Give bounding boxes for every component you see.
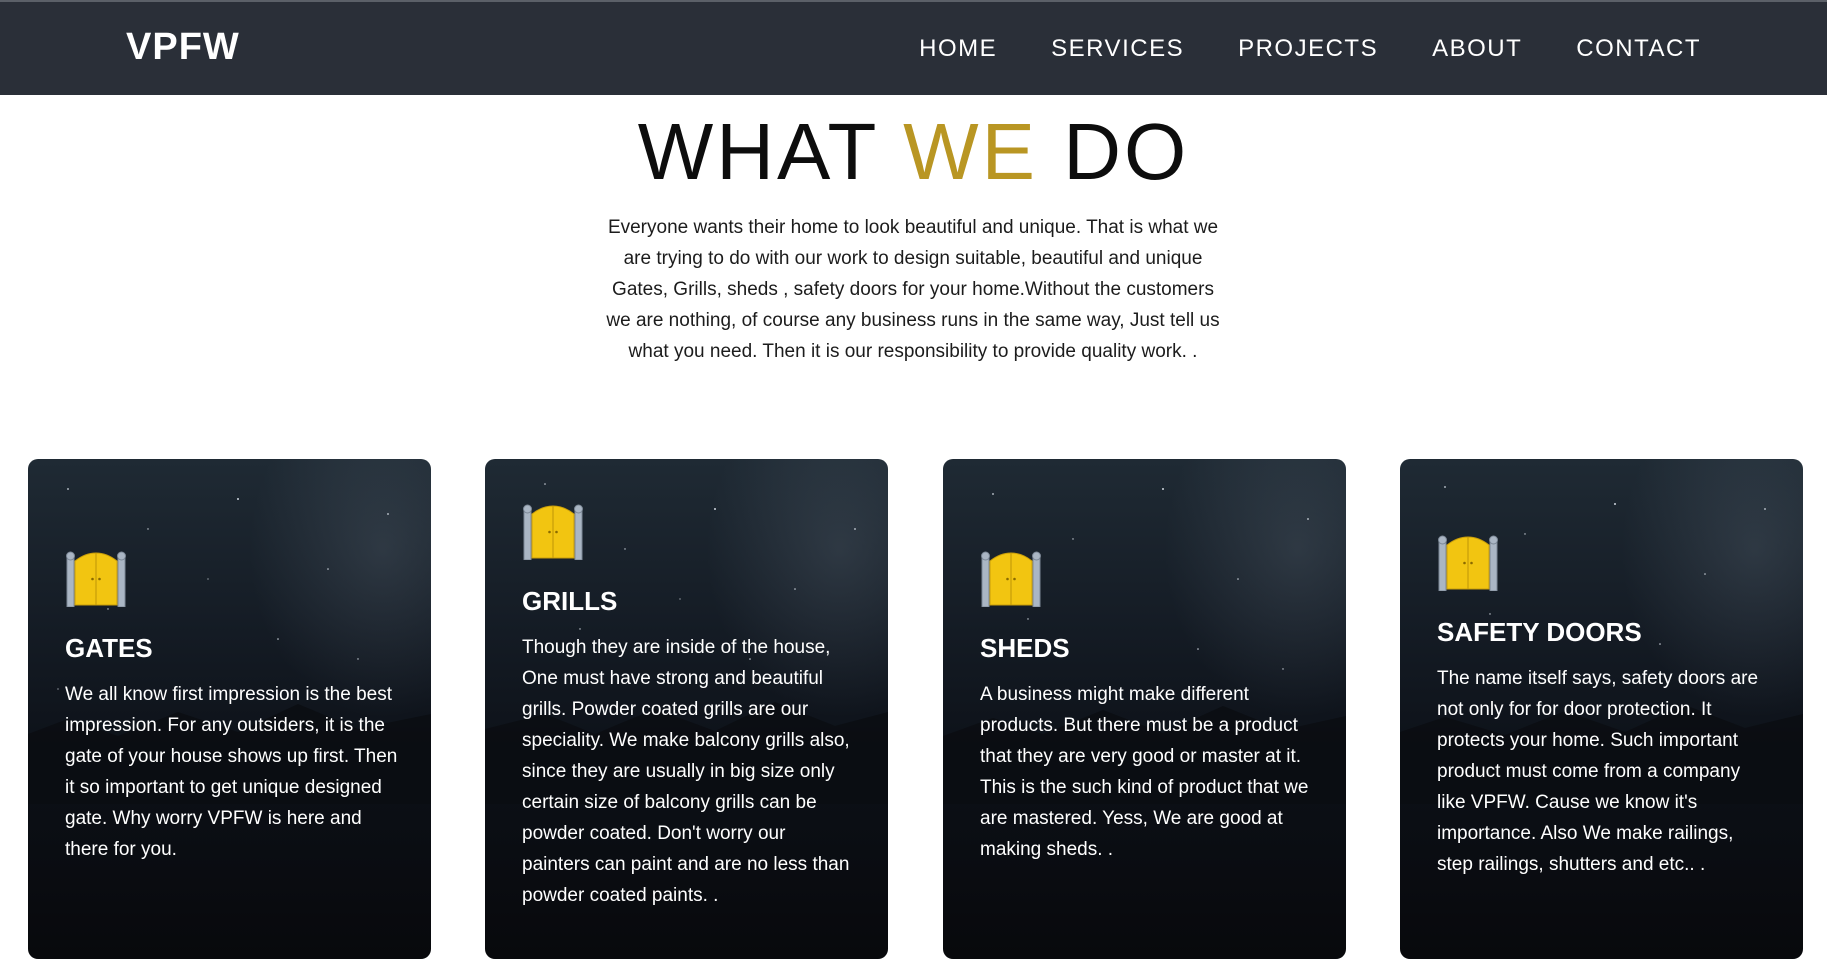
service-card-grills: GRILLS Though they are inside of the hou…: [485, 459, 888, 959]
main-nav: HOME SERVICES PROJECTS ABOUT CONTACT: [865, 35, 1701, 63]
card-title: SAFETY DOORS: [1437, 617, 1642, 647]
service-card-gates: GATES We all know first impression is th…: [28, 459, 431, 959]
card-title: SHEDS: [980, 633, 1070, 663]
nav-projects[interactable]: PROJECTS: [1238, 35, 1378, 63]
card-title: GATES: [65, 633, 153, 663]
title-part-do: DO: [1038, 107, 1190, 196]
card-text: The name itself says, safety doors are n…: [1437, 668, 1759, 875]
card-content: SHEDS A business might make different pr…: [980, 549, 1316, 865]
card-text: We all know first impression is the best…: [65, 684, 398, 860]
gate-icon: [522, 502, 584, 560]
nav-services[interactable]: SERVICES: [1051, 35, 1184, 63]
section-title: WHAT WE DO: [0, 112, 1827, 192]
card-content: SAFETY DOORS The name itself says, safet…: [1437, 533, 1773, 880]
card-text: Though they are inside of the house, One…: [522, 637, 850, 906]
card-content: GRILLS Though they are inside of the hou…: [522, 502, 858, 911]
title-part-what: WHAT: [637, 107, 904, 196]
card-content: GATES We all know first impression is th…: [65, 549, 401, 865]
card-text: A business might make different products…: [980, 684, 1309, 860]
gate-icon: [1437, 533, 1499, 591]
service-card-safety-doors: SAFETY DOORS The name itself says, safet…: [1400, 459, 1803, 959]
top-navbar: VPFW HOME SERVICES PROJECTS ABOUT CONTAC…: [0, 0, 1827, 95]
card-title: GRILLS: [522, 586, 618, 616]
brand-logo[interactable]: VPFW: [126, 26, 240, 69]
nav-contact[interactable]: CONTACT: [1576, 35, 1701, 63]
service-card-sheds: SHEDS A business might make different pr…: [943, 459, 1346, 959]
section-intro: Everyone wants their home to look beauti…: [606, 217, 1220, 362]
gate-icon: [65, 549, 127, 607]
nav-about[interactable]: ABOUT: [1432, 35, 1522, 63]
title-accent-we: WE: [903, 107, 1038, 196]
nav-home[interactable]: HOME: [919, 35, 997, 63]
gate-icon: [980, 549, 1042, 607]
